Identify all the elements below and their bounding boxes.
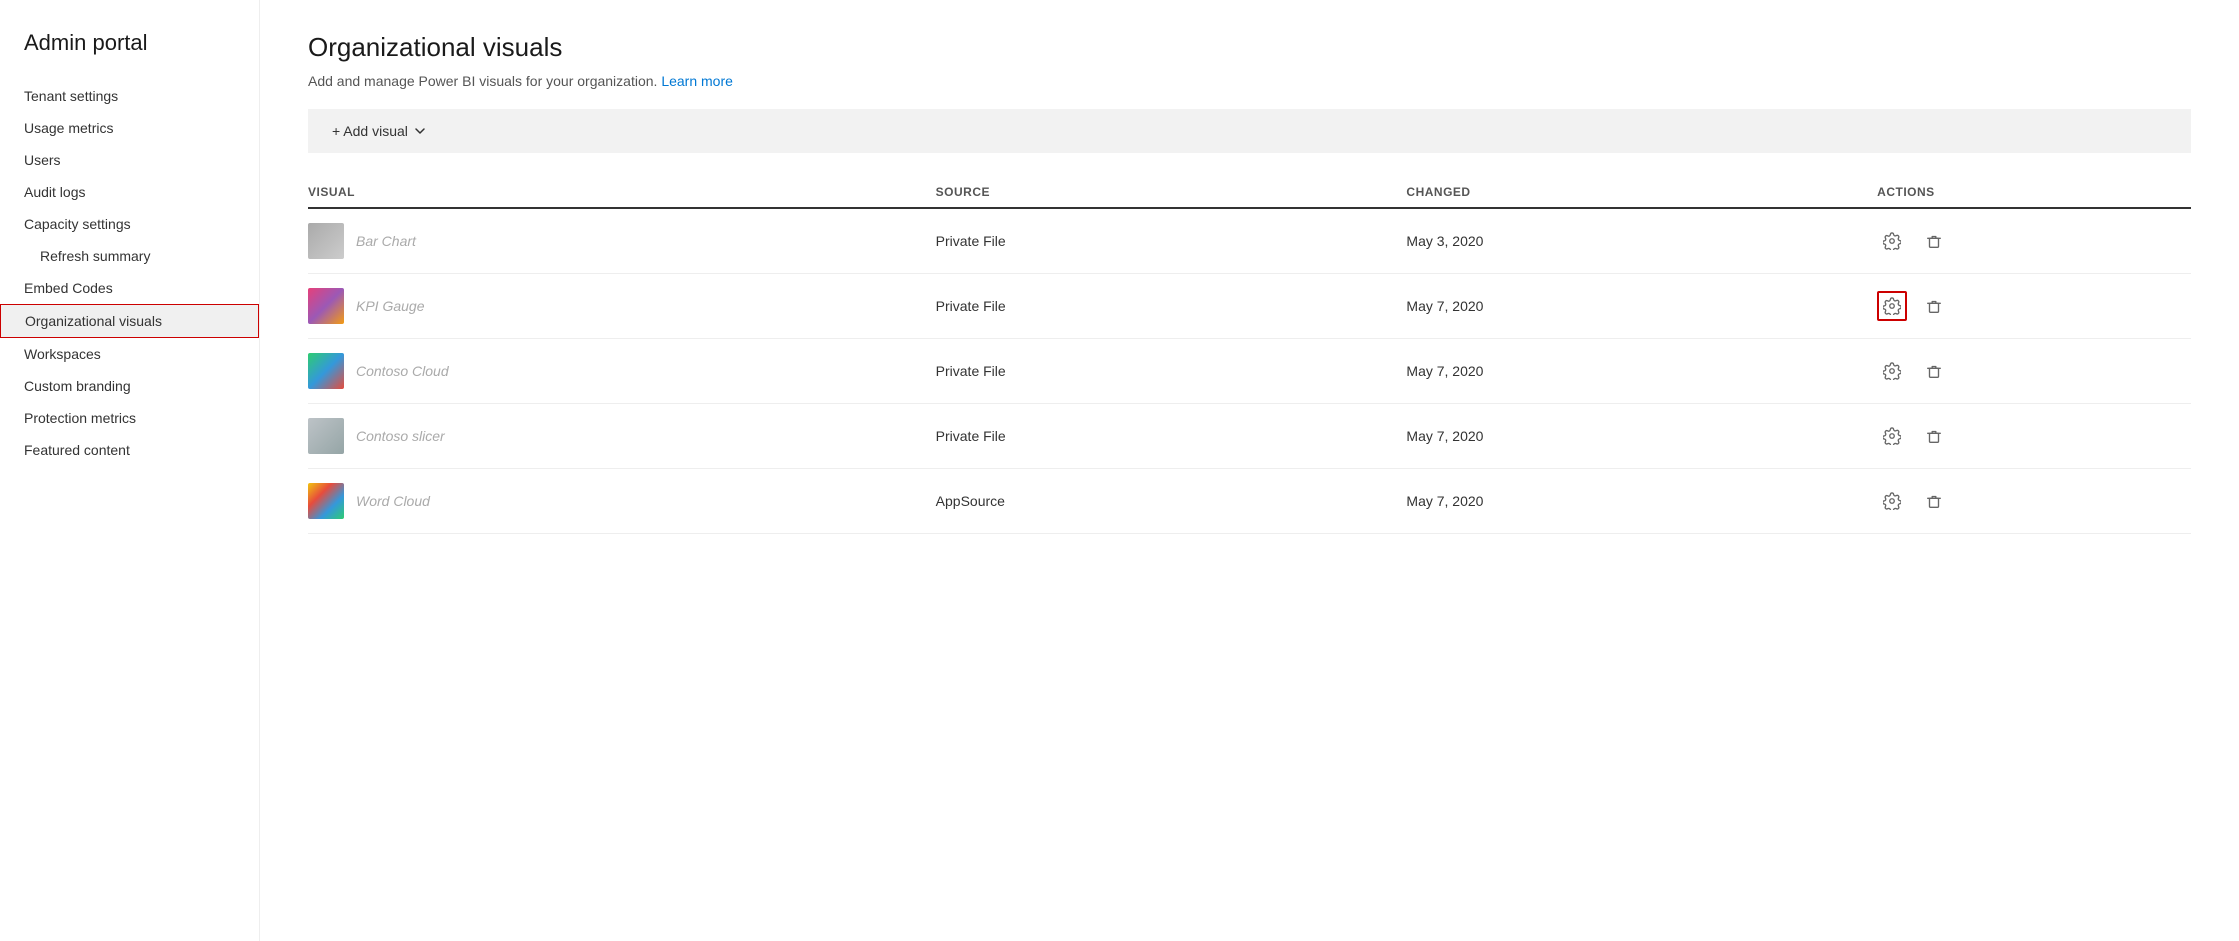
- chevron-down-icon: [414, 125, 426, 137]
- learn-more-link[interactable]: Learn more: [661, 73, 733, 89]
- add-visual-label: + Add visual: [332, 123, 408, 139]
- source-cell-3: Private File: [936, 363, 1407, 379]
- sidebar-title: Admin portal: [0, 20, 259, 80]
- visual-name-3: Contoso Cloud: [356, 363, 449, 379]
- trash-button-2[interactable]: [1919, 291, 1949, 321]
- table-header: VISUAL SOURCE CHANGED ACTIONS: [308, 177, 2191, 209]
- source-cell-1: Private File: [936, 233, 1407, 249]
- visual-name-4: Contoso slicer: [356, 428, 445, 444]
- visual-cell-4: Contoso slicer: [308, 418, 936, 454]
- col-visual: VISUAL: [308, 185, 936, 199]
- app-container: Admin portal Tenant settingsUsage metric…: [0, 0, 2239, 941]
- gear-icon: [1883, 362, 1901, 380]
- gear-icon: [1883, 297, 1901, 315]
- sidebar-item-usage-metrics[interactable]: Usage metrics: [0, 112, 259, 144]
- sidebar-item-capacity-settings[interactable]: Capacity settings: [0, 208, 259, 240]
- trash-button-5[interactable]: [1919, 486, 1949, 516]
- visual-cell-2: KPI Gauge: [308, 288, 936, 324]
- actions-cell-4: [1877, 421, 2191, 451]
- trash-button-1[interactable]: [1919, 226, 1949, 256]
- page-title: Organizational visuals: [308, 32, 2191, 63]
- sidebar-item-audit-logs[interactable]: Audit logs: [0, 176, 259, 208]
- changed-cell-1: May 3, 2020: [1406, 233, 1877, 249]
- visual-thumbnail-1: [308, 223, 344, 259]
- gear-icon: [1883, 232, 1901, 250]
- visual-cell-5: Word Cloud: [308, 483, 936, 519]
- add-visual-button[interactable]: + Add visual: [324, 119, 434, 143]
- visual-thumbnail-2: [308, 288, 344, 324]
- page-subtitle: Add and manage Power BI visuals for your…: [308, 73, 2191, 89]
- actions-cell-1: [1877, 226, 2191, 256]
- visual-name-5: Word Cloud: [356, 493, 430, 509]
- source-cell-4: Private File: [936, 428, 1407, 444]
- visual-cell-3: Contoso Cloud: [308, 353, 936, 389]
- sidebar: Admin portal Tenant settingsUsage metric…: [0, 0, 260, 941]
- gear-icon: [1883, 492, 1901, 510]
- sidebar-item-workspaces[interactable]: Workspaces: [0, 338, 259, 370]
- visual-cell-1: Bar Chart: [308, 223, 936, 259]
- col-source: SOURCE: [936, 185, 1407, 199]
- gear-button-1[interactable]: [1877, 226, 1907, 256]
- sidebar-item-users[interactable]: Users: [0, 144, 259, 176]
- trash-button-3[interactable]: [1919, 356, 1949, 386]
- trash-icon: [1925, 232, 1943, 250]
- visual-thumbnail-4: [308, 418, 344, 454]
- source-cell-5: AppSource: [936, 493, 1407, 509]
- changed-cell-3: May 7, 2020: [1406, 363, 1877, 379]
- gear-button-4[interactable]: [1877, 421, 1907, 451]
- table-row: Contoso slicer Private FileMay 7, 2020: [308, 404, 2191, 469]
- table-row: Word Cloud AppSourceMay 7, 2020: [308, 469, 2191, 534]
- gear-button-5[interactable]: [1877, 486, 1907, 516]
- col-actions: ACTIONS: [1877, 185, 2191, 199]
- changed-cell-2: May 7, 2020: [1406, 298, 1877, 314]
- sidebar-item-organizational-visuals[interactable]: Organizational visuals: [0, 304, 259, 338]
- trash-icon: [1925, 297, 1943, 315]
- visuals-table: VISUAL SOURCE CHANGED ACTIONS Bar Chart P…: [308, 177, 2191, 534]
- table-row: KPI Gauge Private FileMay 7, 2020: [308, 274, 2191, 339]
- trash-icon: [1925, 362, 1943, 380]
- actions-cell-5: [1877, 486, 2191, 516]
- table-row: Contoso Cloud Private FileMay 7, 2020: [308, 339, 2191, 404]
- actions-cell-2: [1877, 291, 2191, 321]
- sidebar-item-protection-metrics[interactable]: Protection metrics: [0, 402, 259, 434]
- source-cell-2: Private File: [936, 298, 1407, 314]
- sidebar-item-refresh-summary[interactable]: Refresh summary: [0, 240, 259, 272]
- trash-icon: [1925, 492, 1943, 510]
- col-changed: CHANGED: [1406, 185, 1877, 199]
- sidebar-item-custom-branding[interactable]: Custom branding: [0, 370, 259, 402]
- main-content: Organizational visuals Add and manage Po…: [260, 0, 2239, 941]
- gear-button-3[interactable]: [1877, 356, 1907, 386]
- changed-cell-4: May 7, 2020: [1406, 428, 1877, 444]
- visual-thumbnail-3: [308, 353, 344, 389]
- trash-icon: [1925, 427, 1943, 445]
- visual-name-2: KPI Gauge: [356, 298, 425, 314]
- sidebar-item-embed-codes[interactable]: Embed Codes: [0, 272, 259, 304]
- sidebar-item-featured-content[interactable]: Featured content: [0, 434, 259, 466]
- changed-cell-5: May 7, 2020: [1406, 493, 1877, 509]
- sidebar-item-tenant-settings[interactable]: Tenant settings: [0, 80, 259, 112]
- visual-thumbnail-5: [308, 483, 344, 519]
- gear-icon: [1883, 427, 1901, 445]
- toolbar: + Add visual: [308, 109, 2191, 153]
- visual-name-1: Bar Chart: [356, 233, 416, 249]
- trash-button-4[interactable]: [1919, 421, 1949, 451]
- actions-cell-3: [1877, 356, 2191, 386]
- gear-button-2[interactable]: [1877, 291, 1907, 321]
- table-row: Bar Chart Private FileMay 3, 2020: [308, 209, 2191, 274]
